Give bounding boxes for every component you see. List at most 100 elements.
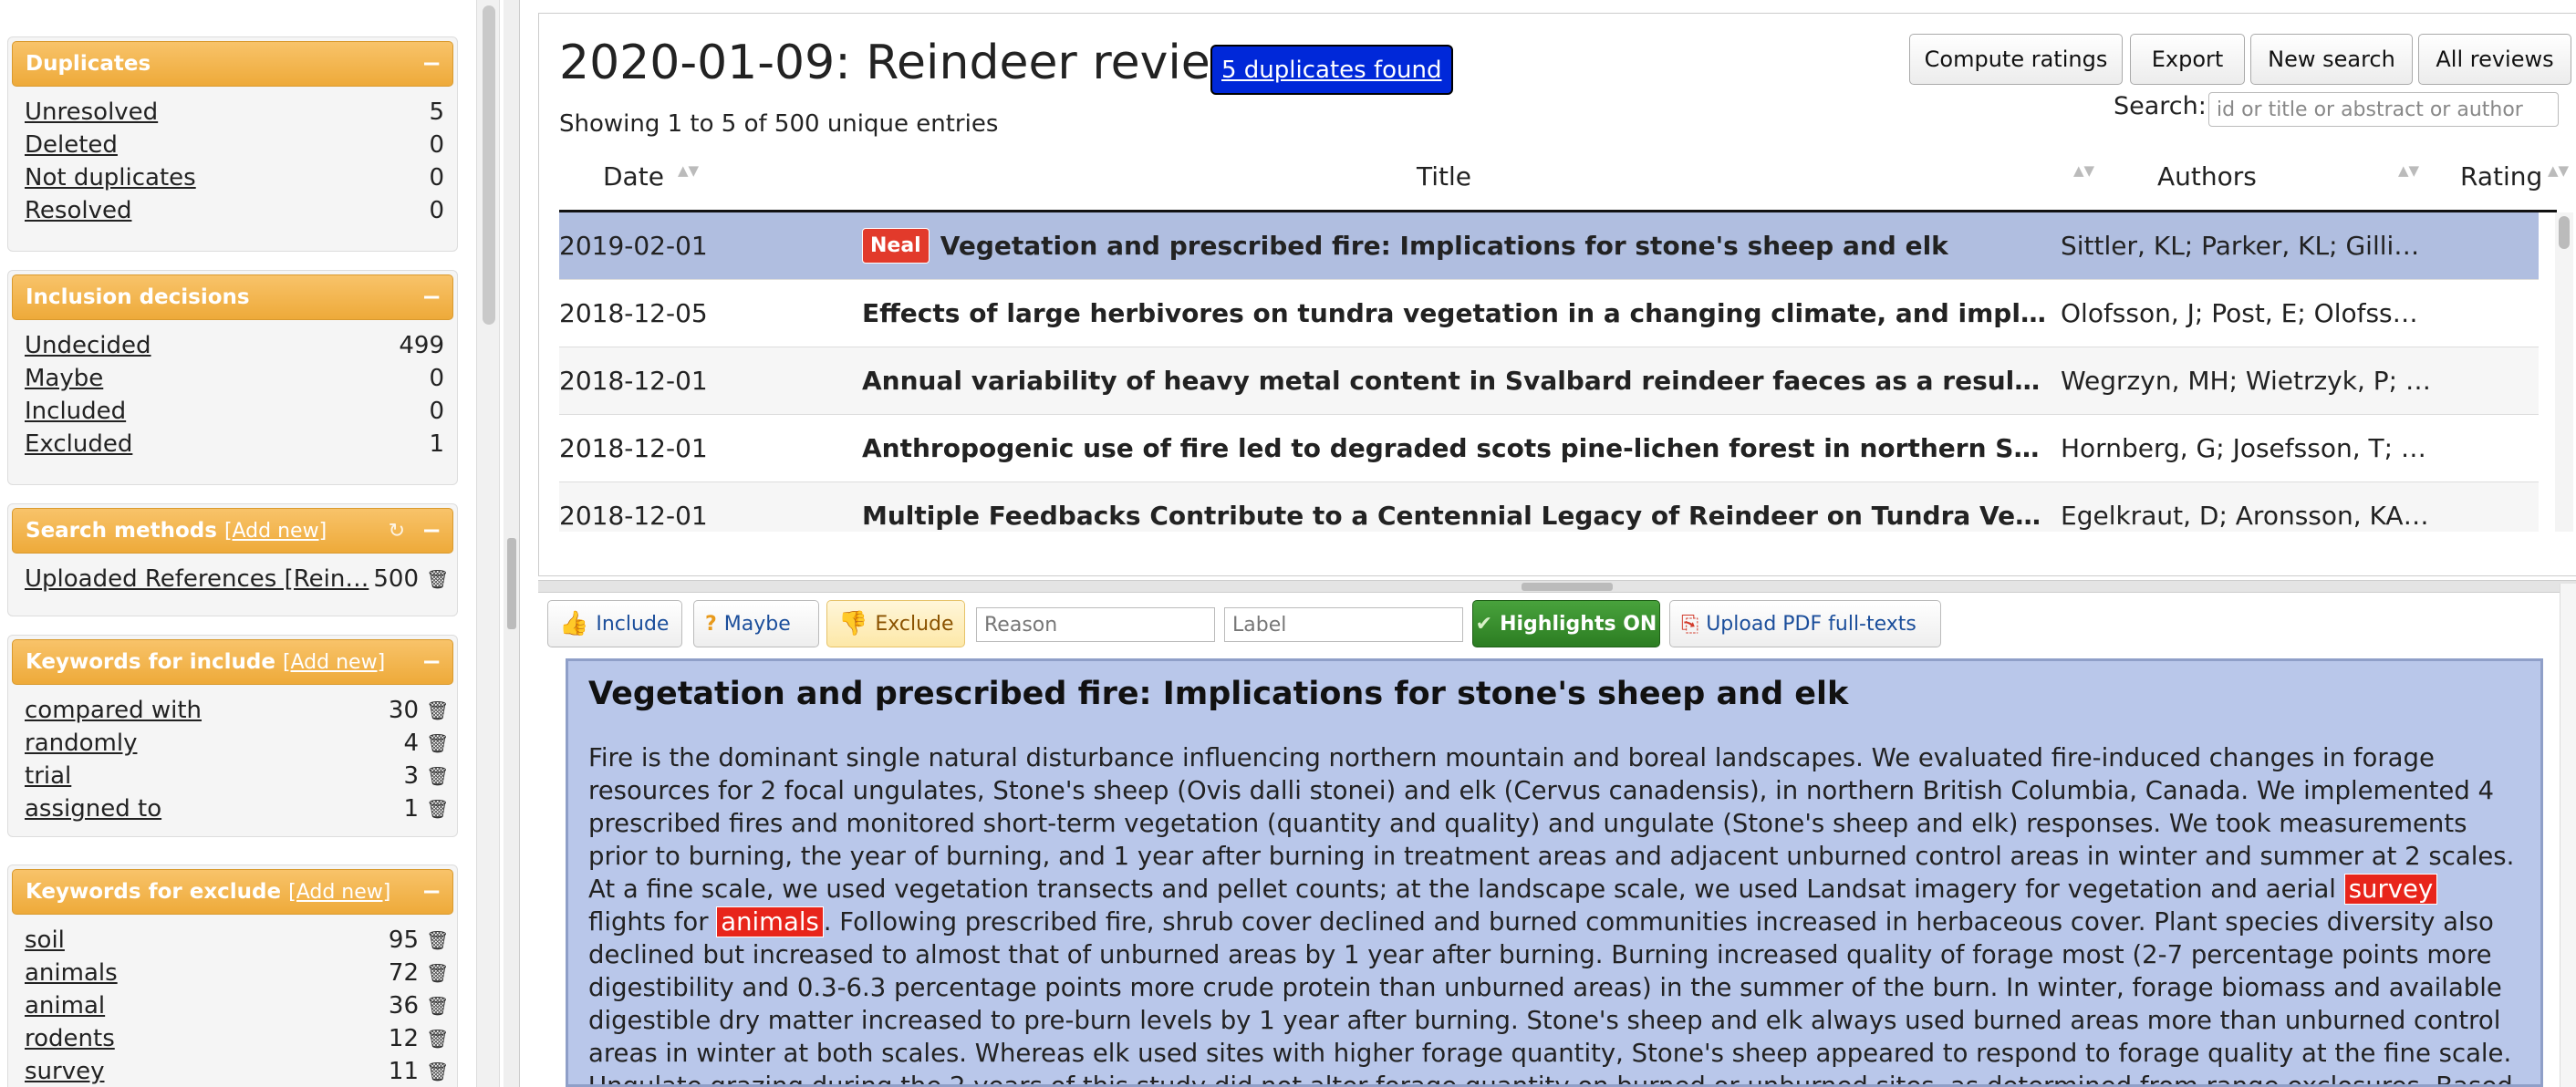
column-authors[interactable]: Authors [2157, 161, 2257, 192]
sidebar-item-unresolved[interactable]: Unresolved 5 [25, 96, 444, 129]
maybe-button[interactable]: ? Maybe [693, 600, 819, 647]
sidebar-item-label[interactable]: Included [25, 398, 408, 425]
drag-handle[interactable] [1522, 583, 1613, 591]
sidebar-item-resolved[interactable]: Resolved 0 [25, 194, 444, 227]
panel-header-duplicates[interactable]: Duplicates − [12, 41, 453, 87]
panel-header-kw-include[interactable]: Keywords for include [Add new] − [12, 639, 453, 685]
sidebar-item-uploaded-references[interactable]: Uploaded References [Rein… 500 🗑 [25, 563, 449, 595]
panel-header-inclusion[interactable]: Inclusion decisions − [12, 274, 453, 320]
refresh-icon[interactable]: ↻ [389, 520, 405, 543]
all-reviews-button[interactable]: All reviews [2418, 34, 2571, 85]
duplicates-found-button[interactable]: 5 duplicates found [1210, 45, 1453, 95]
sort-icon[interactable]: ▲▼ [2548, 164, 2569, 178]
horizontal-splitter[interactable] [538, 580, 2576, 593]
table-scrollbar[interactable] [2555, 212, 2573, 532]
add-include-keyword-link[interactable]: [Add new] [283, 651, 385, 674]
sidebar-item-label[interactable]: Resolved [25, 197, 408, 224]
keyword-item[interactable]: trial 3 🗑 [25, 760, 449, 792]
keyword-label[interactable]: soil [25, 927, 382, 954]
search-input[interactable] [2208, 92, 2559, 127]
compute-ratings-button[interactable]: Compute ratings [1909, 34, 2123, 85]
include-button[interactable]: 👍 Include [547, 600, 682, 647]
sidebar-item-label[interactable]: Uploaded References [Rein… [25, 565, 373, 593]
table-row[interactable]: 2018-12-05 Effects of large herbivores o… [559, 280, 2539, 347]
table-row[interactable]: 2018-12-01 Annual variability of heavy m… [559, 347, 2539, 415]
add-exclude-keyword-link[interactable]: [Add new] [288, 881, 390, 904]
collapse-icon[interactable]: − [421, 880, 441, 904]
cell-date: 2018-12-01 [559, 501, 708, 531]
add-search-method-link[interactable]: [Add new] [224, 520, 327, 543]
sidebar-item-deleted[interactable]: Deleted 0 [25, 129, 444, 161]
keyword-item[interactable]: randomly 4 🗑 [25, 727, 449, 760]
keyword-label[interactable]: survey [25, 1058, 382, 1085]
trash-icon[interactable]: 🗑 [426, 995, 449, 1017]
keyword-item[interactable]: rodents 12 🗑 [25, 1022, 449, 1055]
page-scrollbar[interactable] [2560, 584, 2576, 1087]
trash-icon[interactable]: 🗑 [426, 1028, 449, 1050]
keyword-item[interactable]: survey 11 🗑 [25, 1055, 449, 1087]
column-title[interactable]: Title [1417, 161, 1471, 192]
sort-icon[interactable]: ▲▼ [678, 164, 699, 178]
keyword-item[interactable]: animals 72 🗑 [25, 957, 449, 989]
keyword-label[interactable]: rodents [25, 1025, 382, 1052]
highlights-toggle-button[interactable]: ✔ Highlights ON [1472, 600, 1660, 647]
keyword-label[interactable]: trial [25, 762, 382, 790]
panel-header-search-methods[interactable]: Search methods [Add new] ↻ − [12, 508, 453, 554]
trash-icon[interactable]: 🗑 [426, 699, 449, 721]
abstract-title: Vegetation and prescribed fire: Implicat… [588, 676, 1849, 712]
sort-icon[interactable]: ▲▼ [2073, 164, 2094, 178]
exclude-button[interactable]: 👎 Exclude [826, 600, 965, 647]
keyword-label[interactable]: animals [25, 959, 382, 987]
table-row[interactable]: 2018-12-01 Multiple Feedbacks Contribute… [559, 482, 2539, 532]
trash-icon[interactable]: 🗑 [426, 962, 449, 984]
column-date[interactable]: Date [603, 161, 664, 192]
keyword-item[interactable]: animal 36 🗑 [25, 989, 449, 1022]
upload-pdf-button[interactable]: ⎘ Upload PDF full-texts [1669, 600, 1941, 647]
table-row[interactable]: 2018-12-01 Anthropogenic use of fire led… [559, 415, 2539, 482]
keyword-label[interactable]: randomly [25, 730, 382, 757]
table-row[interactable]: 2019-02-01 Neal Vegetation and prescribed… [559, 212, 2539, 280]
trash-icon[interactable]: 🗑 [426, 732, 449, 754]
drag-handle[interactable] [507, 538, 516, 629]
trash-icon[interactable]: 🗑 [426, 929, 449, 951]
sort-icon[interactable]: ▲▼ [2398, 164, 2419, 178]
sidebar-item-not-duplicates[interactable]: Not duplicates 0 [25, 161, 444, 194]
trash-icon[interactable]: 🗑 [426, 568, 449, 590]
sidebar-item-label[interactable]: Deleted [25, 131, 408, 159]
collapse-icon[interactable]: − [421, 52, 441, 76]
scrollbar-thumb[interactable] [483, 5, 495, 325]
collapse-icon[interactable]: − [421, 285, 441, 309]
sidebar-item-undecided[interactable]: Undecided 499 [25, 329, 444, 362]
keyword-label[interactable]: assigned to [25, 795, 382, 823]
panel-search-methods: Search methods [Add new] ↻ − Uploaded Re… [7, 503, 458, 616]
sidebar-item-label[interactable]: Excluded [25, 430, 408, 458]
sidebar-scrollbar[interactable] [476, 0, 500, 1087]
search-label: Search: [2114, 92, 2207, 120]
collapse-icon[interactable]: − [421, 519, 441, 543]
label-input[interactable] [1224, 607, 1463, 642]
sidebar-item-included[interactable]: Included 0 [25, 395, 444, 428]
keyword-item[interactable]: soil 95 🗑 [25, 924, 449, 957]
scrollbar-thumb[interactable] [2559, 216, 2570, 249]
keyword-label[interactable]: compared with [25, 697, 382, 724]
pane-divider[interactable] [504, 0, 520, 1087]
sidebar-item-label[interactable]: Not duplicates [25, 164, 408, 192]
panel-header-kw-exclude[interactable]: Keywords for exclude [Add new] − [12, 869, 453, 915]
collapse-icon[interactable]: − [421, 650, 441, 674]
trash-icon[interactable]: 🗑 [426, 765, 449, 787]
keyword-item[interactable]: assigned to 1 🗑 [25, 792, 449, 825]
keyword-label[interactable]: animal [25, 992, 382, 1020]
sidebar-item-label[interactable]: Unresolved [25, 98, 408, 126]
trash-icon[interactable]: 🗑 [426, 798, 449, 820]
sidebar-item-excluded[interactable]: Excluded 1 [25, 428, 444, 461]
trash-icon[interactable]: 🗑 [426, 1061, 449, 1082]
export-button[interactable]: Export [2130, 34, 2245, 85]
sidebar-item-label[interactable]: Maybe [25, 365, 408, 392]
sidebar-item-label[interactable]: Undecided [25, 332, 399, 359]
column-rating[interactable]: Rating [2460, 161, 2542, 192]
reason-input[interactable] [976, 607, 1215, 642]
new-search-button[interactable]: New search [2250, 34, 2413, 85]
sidebar-item-maybe[interactable]: Maybe 0 [25, 362, 444, 395]
sidebar-item-count: 1 [429, 430, 444, 458]
keyword-item[interactable]: compared with 30 🗑 [25, 694, 449, 727]
